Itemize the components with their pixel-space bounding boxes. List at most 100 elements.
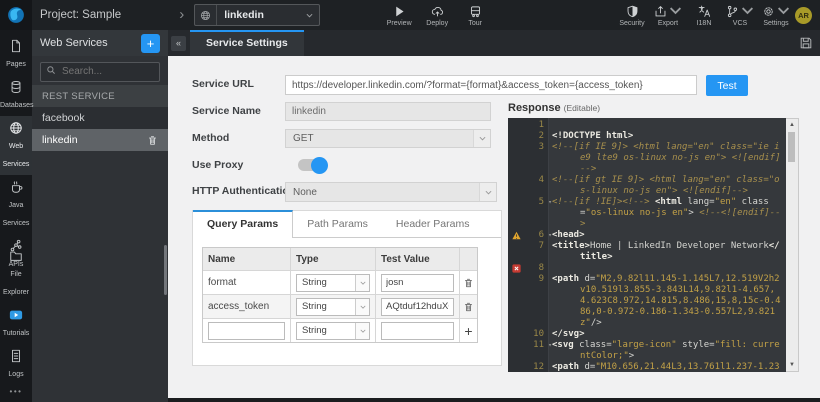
- save-icon[interactable]: [799, 36, 813, 50]
- param-name: access_token: [208, 301, 269, 312]
- param-test-value-input[interactable]: [381, 274, 454, 292]
- sidebar-item-pages[interactable]: Pages: [0, 34, 32, 75]
- service-selector-dropdown[interactable]: linkedin: [194, 4, 320, 26]
- service-item-facebook[interactable]: facebook: [32, 107, 168, 129]
- params-panel: Query ParamsPath ParamsHeader Params Nam…: [192, 210, 502, 366]
- sidebar-item-tutorials[interactable]: Tutorials: [0, 303, 32, 344]
- tab-path-params[interactable]: Path Params: [293, 211, 382, 237]
- scroll-up-icon[interactable]: ▲: [786, 121, 798, 129]
- export-icon: [654, 5, 667, 18]
- service-selector-value: linkedin: [217, 9, 306, 21]
- param-name: format: [208, 277, 236, 288]
- deploy-button[interactable]: Deploy: [422, 4, 452, 27]
- code-line: 6▾ <head>: [508, 230, 786, 241]
- sidebar-item-java-services[interactable]: Java Services: [0, 175, 32, 234]
- tab-header-params[interactable]: Header Params: [382, 211, 484, 237]
- chevron-down-icon: [479, 183, 496, 201]
- topbar: Project: Sample › linkedin Preview Deplo…: [0, 0, 820, 30]
- http-authentication-select[interactable]: None: [285, 182, 497, 202]
- fold-toggle-icon[interactable]: ▾: [548, 340, 552, 351]
- delete-param-button[interactable]: [463, 301, 474, 313]
- chevron-down-icon: [355, 323, 369, 339]
- method-select[interactable]: GET: [285, 129, 491, 148]
- activity-bar: Pages Databases Web Services Java Servic…: [0, 30, 32, 402]
- code-editor-area[interactable]: 1 2 <!DOCTYPE html> 3 <!--[if IE 9]> <ht…: [508, 118, 786, 372]
- line-number: 7: [524, 241, 544, 263]
- java-services-icon: [0, 180, 32, 194]
- pages-icon: [0, 39, 32, 53]
- databases-icon: [0, 80, 32, 94]
- tab-service-settings[interactable]: Service Settings: [190, 30, 304, 56]
- fold-toggle-icon[interactable]: ▾: [548, 197, 552, 208]
- sidebar-item-databases[interactable]: Databases: [0, 75, 32, 116]
- service-item-linkedin[interactable]: linkedin: [32, 129, 168, 151]
- code-line: 2 <!DOCTYPE html>: [508, 131, 786, 142]
- i18n-button[interactable]: I18N: [689, 4, 719, 27]
- sidebar-scrollbar[interactable]: [164, 245, 167, 295]
- trash-icon: [463, 277, 474, 289]
- method-label: Method: [192, 132, 229, 144]
- service-name-label: Service Name: [192, 105, 261, 117]
- app-window: Project: Sample › linkedin Preview Deplo…: [0, 0, 820, 402]
- avatar[interactable]: AR: [795, 7, 812, 24]
- settings-button[interactable]: Settings: [761, 4, 791, 27]
- tour-button[interactable]: Tour: [460, 4, 490, 27]
- param-test-value-input[interactable]: [381, 298, 454, 316]
- activity-overflow-button[interactable]: •••: [0, 387, 32, 396]
- add-service-button[interactable]: +: [141, 34, 160, 53]
- sidebar-item-logs[interactable]: Logs: [0, 344, 32, 385]
- table-row: access_token String: [203, 294, 477, 318]
- param-type-select[interactable]: String: [296, 274, 370, 292]
- param-test-value-input[interactable]: [381, 322, 454, 340]
- preview-button[interactable]: Preview: [384, 4, 414, 27]
- export-button[interactable]: Export: [653, 4, 683, 27]
- code-line: 1: [508, 120, 786, 131]
- delete-param-button[interactable]: [463, 277, 474, 289]
- file-explorer-icon: [0, 249, 32, 263]
- trash-icon[interactable]: [147, 135, 158, 146]
- sidebar-header: Web Services +: [32, 30, 168, 56]
- sidebar-item-file-explorer[interactable]: File Explorer: [0, 244, 32, 303]
- scrollbar-thumb[interactable]: [788, 132, 795, 162]
- vcs-button[interactable]: VCS: [725, 4, 755, 27]
- use-proxy-label: Use Proxy: [192, 159, 243, 171]
- collapse-sidebar-button[interactable]: «: [171, 36, 186, 51]
- project-label: Project: Sample: [40, 9, 121, 21]
- table-row: String +: [203, 318, 477, 342]
- sidebar-item-web-services[interactable]: Web Services: [0, 116, 32, 175]
- settings-icon: [762, 5, 775, 18]
- tab-query-params[interactable]: Query Params: [193, 210, 293, 238]
- search-input[interactable]: [40, 62, 160, 82]
- footer-strip: [168, 398, 820, 402]
- line-number: 11▾: [524, 340, 544, 362]
- security-button[interactable]: Security: [617, 4, 647, 27]
- editor-scrollbar[interactable]: ▲ ▼: [786, 118, 799, 372]
- vcs-icon: [726, 5, 739, 18]
- search-icon: [46, 65, 56, 75]
- code-line: 9 <path d="M2,9.82l11.145-1.145L7,12.519…: [508, 274, 786, 329]
- editor-tabbar: « Service Settings: [168, 30, 820, 56]
- warning-icon: [512, 231, 521, 241]
- use-proxy-toggle[interactable]: [298, 159, 326, 171]
- service-name-input[interactable]: [285, 102, 491, 121]
- service-settings-content: Service URL Test Service Name Method GET…: [168, 56, 820, 402]
- fold-toggle-icon[interactable]: ▾: [548, 230, 552, 241]
- test-button[interactable]: Test: [706, 75, 748, 96]
- param-type-select[interactable]: String: [296, 298, 370, 316]
- service-url-input[interactable]: [285, 75, 697, 95]
- scroll-down-icon[interactable]: ▼: [786, 361, 798, 369]
- code-line: 11▾ <svg class="large-icon" style="fill:…: [508, 340, 786, 362]
- i18n-icon: [698, 5, 711, 18]
- topbar-left-actions: Preview Deploy Tour: [384, 4, 490, 27]
- line-number: 9: [524, 274, 544, 329]
- app-logo[interactable]: [0, 0, 32, 30]
- error-icon: [512, 264, 521, 274]
- add-param-button[interactable]: +: [464, 324, 472, 338]
- param-type-select[interactable]: String: [296, 322, 370, 340]
- topbar-right-actions: Security Export I18N VCS Settings: [617, 4, 791, 27]
- line-number: 2: [524, 131, 544, 142]
- table-row: format String: [203, 270, 477, 294]
- line-number: 4: [524, 175, 544, 197]
- security-icon: [626, 5, 639, 18]
- param-name-input[interactable]: [208, 322, 285, 340]
